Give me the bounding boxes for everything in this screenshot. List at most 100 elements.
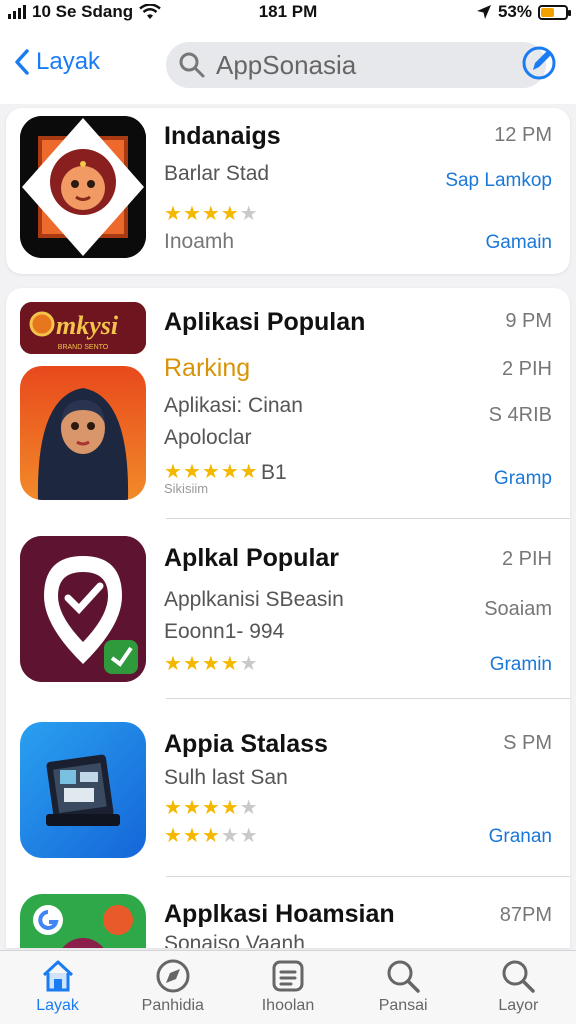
star-icon: ★ — [182, 653, 201, 675]
app-time: 87PM — [499, 904, 552, 926]
tab-label: Pansai — [378, 997, 428, 1014]
app-subtitle-secondary: Eoonn1- 994 — [164, 620, 285, 643]
star-icon: ★ — [201, 653, 220, 675]
tab-label: Layor — [498, 997, 539, 1014]
star-icon: ★ — [164, 461, 182, 483]
app-icon — [20, 536, 146, 682]
list-item[interactable]: mkysi BRAND SENTO Aplikasi Populan 9 PM — [6, 288, 570, 519]
star-icon: ★ — [220, 797, 239, 819]
app-title: Appia Stalass — [164, 730, 328, 758]
row-divider — [166, 518, 570, 519]
search-icon — [387, 960, 420, 993]
banner-text: mkysi — [56, 311, 119, 340]
app-title: Aplikasi Populan — [164, 308, 366, 336]
star-icon: ★ — [239, 461, 258, 483]
app-title: Indanaigs — [164, 122, 281, 150]
app-meta: Soaiam — [484, 598, 552, 620]
banner-subtext: BRAND SENTO — [58, 344, 109, 351]
tab-label: Ihoolan — [261, 997, 315, 1014]
tab-label: Layak — [36, 997, 79, 1014]
home-icon — [42, 960, 73, 992]
search-bar[interactable] — [166, 42, 546, 88]
get-button[interactable]: Gramp — [494, 468, 552, 490]
list-item[interactable]: Applkasi Hoamsian 87PM Sonaiso Vaanh — [6, 878, 570, 948]
app-time-secondary: 2 PIH — [501, 358, 552, 380]
status-bar: 10 Se Sdang 181 PM 53% — [0, 0, 576, 26]
search-icon — [179, 52, 205, 78]
list-item[interactable]: Appia Stalass S PM Sulh last San ★ ★ ★ ★ ★ ★… — [6, 702, 570, 877]
get-button[interactable]: Gamain — [485, 232, 552, 254]
star-icon: ★ — [220, 203, 239, 225]
document-icon — [272, 960, 304, 992]
location-arrow-icon — [476, 5, 491, 19]
search-input[interactable] — [216, 49, 506, 81]
list-item[interactable]: Aplkal Popular 2 PIH Applkanisi SBeasin … — [6, 520, 570, 700]
tab-layak[interactable]: Layak — [0, 951, 115, 1024]
rating-count: B1 — [261, 461, 287, 484]
app-title: Aplkal Popular — [164, 544, 340, 572]
battery-icon — [538, 4, 571, 20]
battery-percent: 53% — [497, 2, 532, 21]
star-icon: ★ — [164, 653, 182, 675]
star-rating: ★ ★ ★ ★ ★ — [164, 462, 258, 482]
app-link[interactable]: Sap Lamkop — [445, 170, 552, 192]
star-icon: ★ — [182, 825, 201, 847]
star-icon: ★ — [182, 797, 201, 819]
app-icon — [20, 366, 146, 500]
tab-label: Panhidia — [141, 997, 204, 1014]
ranking-label: Rarking — [164, 354, 251, 382]
app-icon — [20, 722, 146, 858]
app-card[interactable]: Indanaigs 12 PM Barlar Stad Sap Lamkop ★… — [6, 108, 570, 274]
star-rating-secondary: ★ ★ ★ ★ ★ — [164, 826, 258, 846]
star-icon: ★ — [220, 653, 239, 675]
app-detail: Inoamh — [164, 230, 235, 253]
star-icon: ★ — [239, 653, 258, 675]
back-label: Layak — [36, 48, 101, 75]
app-subtitle: Sonaiso Vaanh — [164, 932, 305, 948]
app-title: Applkasi Hoamsian — [164, 900, 395, 928]
app-time: 2 PIH — [501, 548, 552, 570]
search-icon — [502, 960, 536, 993]
star-icon: ★ — [239, 203, 258, 225]
star-icon: ★ — [220, 461, 239, 483]
star-icon: ★ — [182, 203, 201, 225]
app-subtitle: Applkanisi SBeasin — [164, 588, 344, 611]
star-icon: ★ — [182, 461, 201, 483]
chevron-left-icon — [15, 49, 29, 75]
get-button[interactable]: Granan — [489, 826, 552, 848]
star-icon: ★ — [201, 825, 220, 847]
app-list: mkysi BRAND SENTO Aplikasi Populan 9 PM — [6, 288, 570, 948]
tab-ihoolan[interactable]: Ihoolan — [230, 951, 345, 1024]
app-time: S PM — [503, 732, 552, 754]
tab-layor[interactable]: Layor — [461, 951, 576, 1024]
navigation-bar: Layak — [0, 26, 576, 104]
row-divider — [166, 698, 570, 699]
row-divider — [166, 876, 570, 877]
compose-icon[interactable] — [520, 44, 558, 82]
app-subtitle: Aplikasi: Cinan — [164, 394, 303, 417]
app-meta: S 4RIB — [488, 404, 552, 426]
get-button[interactable]: Gramin — [490, 654, 552, 676]
star-icon: ★ — [201, 461, 220, 483]
star-rating: ★ ★ ★ ★ ★ — [164, 654, 258, 674]
star-rating: ★ ★ ★ ★ ★ — [164, 798, 258, 818]
star-icon: ★ — [201, 203, 220, 225]
rating-caption: Sikisiim — [164, 481, 209, 496]
star-rating: ★ ★ ★ ★ ★ — [164, 204, 258, 224]
star-icon: ★ — [164, 203, 182, 225]
star-icon: ★ — [220, 825, 239, 847]
tab-panhidia[interactable]: Panhidia — [115, 951, 230, 1024]
app-subtitle-secondary: Apoloclar — [164, 426, 252, 449]
app-subtitle: Barlar Stad — [164, 162, 270, 185]
app-time: 9 PM — [505, 310, 552, 332]
star-icon: ★ — [164, 825, 182, 847]
star-icon: ★ — [201, 797, 220, 819]
tab-bar: Layak Panhidia Ihoolan Pansai Layor — [0, 950, 576, 1024]
star-icon: ★ — [239, 825, 258, 847]
star-icon: ★ — [239, 797, 258, 819]
app-time: 12 PM — [494, 124, 552, 146]
tab-pansai[interactable]: Pansai — [346, 951, 461, 1024]
back-button[interactable]: Layak — [14, 48, 100, 76]
app-icon — [20, 116, 146, 258]
compass-icon — [156, 959, 190, 993]
